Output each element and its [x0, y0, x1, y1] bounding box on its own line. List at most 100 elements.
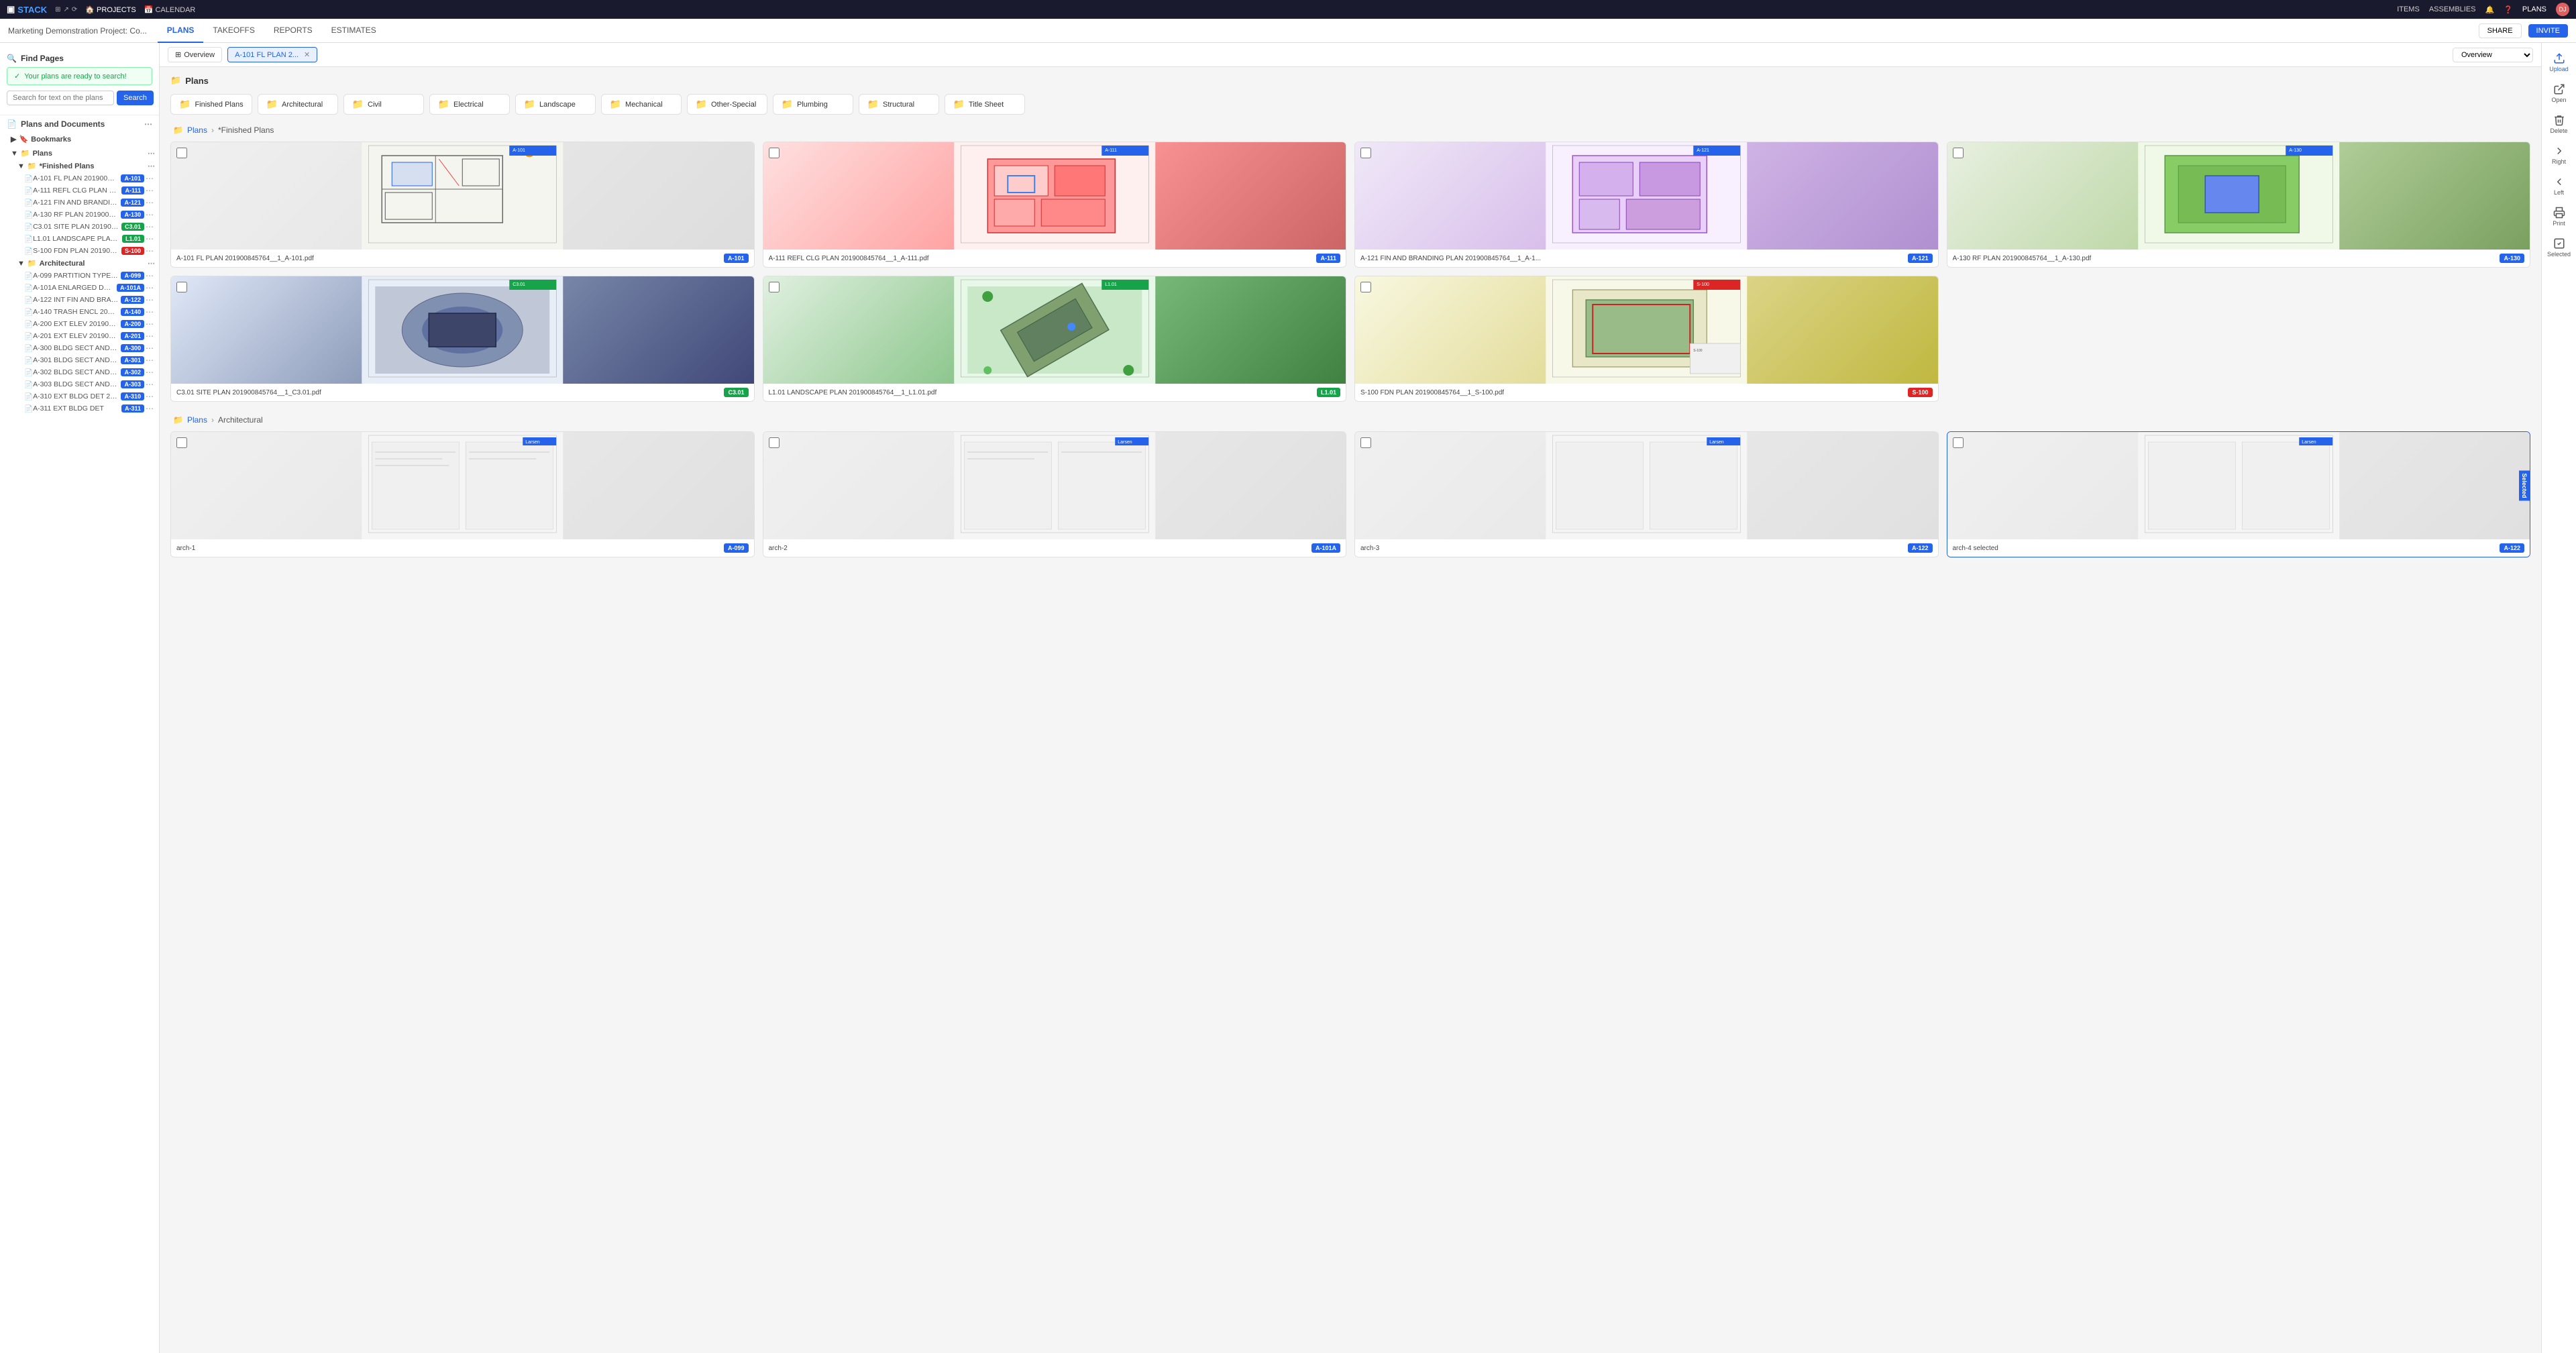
- tab-takeoffs[interactable]: TAKEOFFS: [203, 19, 264, 43]
- tree-item-a311[interactable]: 📄 A-311 EXT BLDG DET A-311 ⋯: [13, 402, 159, 415]
- item-more-a101[interactable]: ⋯: [144, 174, 155, 183]
- tree-item-a303[interactable]: 📄 A-303 BLDG SECT AND DET 201900845764 1…: [13, 378, 159, 390]
- print-button[interactable]: Print: [2544, 203, 2574, 231]
- plan-card-arch3[interactable]: Larsen arch-3 A-122: [1354, 431, 1939, 557]
- tree-item-a200[interactable]: 📄 A-200 EXT ELEV 201900845764 1 A-200.pd…: [13, 318, 159, 330]
- item-more-l101[interactable]: ⋯: [144, 234, 155, 243]
- invite-button[interactable]: INVITE: [2528, 24, 2568, 38]
- plan-card-arch2[interactable]: Larsen arch-2 A-101A: [763, 431, 1347, 557]
- item-more-c301[interactable]: ⋯: [144, 222, 155, 231]
- item-more-a311[interactable]: ⋯: [144, 404, 155, 413]
- item-more-a099[interactable]: ⋯: [144, 271, 155, 280]
- arch-more-icon[interactable]: ⋯: [148, 259, 155, 268]
- plan-card-arch1[interactable]: Larsen arch-1 A-099: [170, 431, 755, 557]
- tab-estimates[interactable]: ESTIMATES: [322, 19, 386, 43]
- tree-item-a099[interactable]: 📄 A-099 PARTITION TYPES 201900845764 1 A…: [13, 270, 159, 282]
- tree-item-c301[interactable]: 📄 C3.01 SITE PLAN 201900845764 1 C3.01.p…: [13, 221, 159, 233]
- tree-item-l101[interactable]: 📄 L1.01 LANDSCAPE PLAN 201900845764 1 L1…: [13, 233, 159, 245]
- folder-mechanical[interactable]: 📁 Mechanical: [601, 94, 682, 115]
- tree-item-a140[interactable]: 📄 A-140 TRASH ENCL 201900845764 1 A-140.…: [13, 306, 159, 318]
- item-more-a111[interactable]: ⋯: [144, 186, 155, 195]
- folder-structural[interactable]: 📁 Structural: [859, 94, 939, 115]
- checkbox-arch4[interactable]: [1953, 437, 1964, 448]
- tab-reports[interactable]: REPORTS: [264, 19, 322, 43]
- plans-more-icon[interactable]: ⋯: [148, 149, 155, 158]
- item-more-a300[interactable]: ⋯: [144, 343, 155, 353]
- plan-card-a130[interactable]: A-130 A-130 RF PLAN 201900845764__1_A-13…: [1947, 142, 2531, 268]
- item-more-s100[interactable]: ⋯: [144, 246, 155, 256]
- item-more-a310[interactable]: ⋯: [144, 392, 155, 401]
- item-more-a122[interactable]: ⋯: [144, 295, 155, 305]
- checkbox-arch1[interactable]: [176, 437, 187, 448]
- app-logo[interactable]: ▣ STACK: [7, 4, 47, 15]
- tree-item-a201[interactable]: 📄 A-201 EXT ELEV 201900845764 1 A-201.pd…: [13, 330, 159, 342]
- active-plan-tab[interactable]: A-101 FL PLAN 2... ✕: [227, 47, 317, 62]
- checkbox-a101[interactable]: [176, 148, 187, 158]
- plan-card-s100[interactable]: S-100 S-100 S-100 FDN PLAN 201900845764_…: [1354, 276, 1939, 402]
- checkbox-arch2[interactable]: [769, 437, 780, 448]
- folder-architectural[interactable]: 📁 Architectural: [258, 94, 338, 115]
- avatar[interactable]: DJ: [2556, 3, 2569, 16]
- open-button[interactable]: Open: [2544, 79, 2574, 107]
- finished-plans-label[interactable]: ▼ 📁 *Finished Plans ⋯: [13, 160, 159, 172]
- plans-tree-label[interactable]: ▼ 📁 Plans ⋯: [7, 147, 159, 160]
- folder-title-sheet[interactable]: 📁 Title Sheet: [945, 94, 1025, 115]
- left-button[interactable]: Left: [2544, 172, 2574, 200]
- item-more-a301[interactable]: ⋯: [144, 356, 155, 365]
- nav-projects[interactable]: 🏠 PROJECTS: [85, 5, 136, 14]
- notification-icon[interactable]: 🔔: [2485, 5, 2495, 14]
- checkbox-a130[interactable]: [1953, 148, 1964, 158]
- tree-item-a122[interactable]: 📄 A-122 INT FIN AND BRANDING LEGEND 2019…: [13, 294, 159, 306]
- arch-tree-label[interactable]: ▼ 📁 Architectural ⋯: [13, 257, 159, 270]
- bookmarks-label[interactable]: ▶ 🔖 Bookmarks: [7, 133, 159, 146]
- folder-other-special[interactable]: 📁 Other-Special: [687, 94, 767, 115]
- share-button[interactable]: SHARE: [2479, 23, 2522, 38]
- nav-calendar[interactable]: 📅 CALENDAR: [144, 5, 196, 14]
- overview-select[interactable]: Overview: [2453, 48, 2533, 62]
- tree-item-a300[interactable]: 📄 A-300 BLDG SECT AND DET 201900845764 1…: [13, 342, 159, 354]
- fp-more-icon[interactable]: ⋯: [148, 162, 155, 170]
- plan-card-arch4[interactable]: Larsen Selected arch-4 selected A-122: [1947, 431, 2531, 557]
- item-more-a140[interactable]: ⋯: [144, 307, 155, 317]
- item-more-a200[interactable]: ⋯: [144, 319, 155, 329]
- tree-item-a310[interactable]: 📄 A-310 EXT BLDG DET 201900845764 1 A-31…: [13, 390, 159, 402]
- item-more-a101a[interactable]: ⋯: [144, 283, 155, 292]
- items-link[interactable]: ITEMS: [2397, 5, 2420, 13]
- folder-landscape[interactable]: 📁 Landscape: [515, 94, 596, 115]
- folder-electrical[interactable]: 📁 Electrical: [429, 94, 510, 115]
- upload-button[interactable]: Upload: [2544, 48, 2574, 76]
- search-button[interactable]: Search: [117, 91, 154, 105]
- checkbox-arch3[interactable]: [1360, 437, 1371, 448]
- folder-plumbing[interactable]: 📁 Plumbing: [773, 94, 853, 115]
- search-input[interactable]: [7, 91, 114, 105]
- assemblies-link[interactable]: ASSEMBLIES: [2429, 5, 2476, 13]
- item-more-a302[interactable]: ⋯: [144, 368, 155, 377]
- tree-item-a301[interactable]: 📄 A-301 BLDG SECT AND DET 201900845764 1…: [13, 354, 159, 366]
- right-button[interactable]: Right: [2544, 141, 2574, 169]
- selected-button[interactable]: Selected: [2544, 233, 2574, 262]
- tree-item-a302[interactable]: 📄 A-302 BLDG SECT AND DET 201900845764 1…: [13, 366, 159, 378]
- help-icon[interactable]: ❓: [2504, 5, 2513, 14]
- tree-item-a111[interactable]: 📄 A-111 REFL CLG PLAN 201900845764 1 A-1…: [13, 184, 159, 197]
- checkbox-c301[interactable]: [176, 282, 187, 292]
- plan-card-a101[interactable]: A A-101 A-101 FL PLAN 201900845764__1_A-…: [170, 142, 755, 268]
- plan-card-c301[interactable]: C3.01 C3.01 SITE PLAN 201900845764__1_C3…: [170, 276, 755, 402]
- checkbox-l101[interactable]: [769, 282, 780, 292]
- plan-card-l101[interactable]: L1.01 L1.01 LANDSCAPE PLAN 201900845764_…: [763, 276, 1347, 402]
- folder-civil[interactable]: 📁 Civil: [343, 94, 424, 115]
- plan-card-a111[interactable]: A-111 A-111 REFL CLG PLAN 201900845764__…: [763, 142, 1347, 268]
- tree-item-a101a[interactable]: 📄 A-101A ENLARGED DR-THRU PLAN AND DET 2…: [13, 282, 159, 294]
- item-more-a201[interactable]: ⋯: [144, 331, 155, 341]
- checkbox-a111[interactable]: [769, 148, 780, 158]
- checkbox-s100[interactable]: [1360, 282, 1371, 292]
- item-more-a130[interactable]: ⋯: [144, 210, 155, 219]
- tab-plans[interactable]: PLANS: [158, 19, 204, 43]
- item-more-a121[interactable]: ⋯: [144, 198, 155, 207]
- overview-tab[interactable]: ⊞ Overview: [168, 47, 222, 62]
- delete-button[interactable]: Delete: [2544, 110, 2574, 138]
- folder-finished-plans[interactable]: 📁 Finished Plans: [170, 94, 252, 115]
- plan-card-a121[interactable]: A-121 A-121 FIN AND BRANDING PLAN 201900…: [1354, 142, 1939, 268]
- tree-item-a101[interactable]: 📄 A-101 FL PLAN 201900845764 1 A-101.pdf…: [13, 172, 159, 184]
- tree-item-a121[interactable]: 📄 A-121 FIN AND BRANDING PLAN 2019008457…: [13, 197, 159, 209]
- tree-item-a130[interactable]: 📄 A-130 RF PLAN 201900845764 1 A-130.pdf…: [13, 209, 159, 221]
